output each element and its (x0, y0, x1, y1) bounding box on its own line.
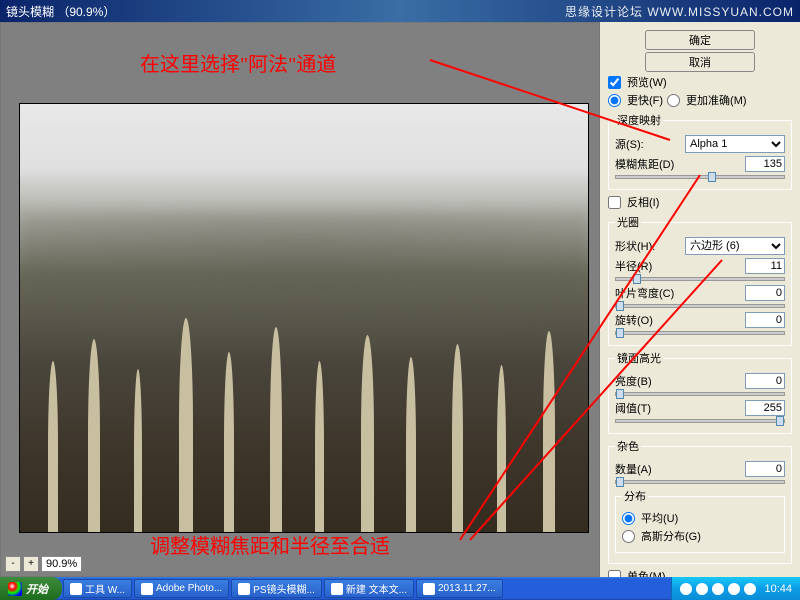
gaussian-label: 高斯分布(G) (641, 528, 701, 544)
invert-label: 反相(I) (627, 194, 659, 210)
iris-group: 光圈 形状(H): 六边形 (6) 半径(R) 叶片弯度(C) 旋转(O) (608, 214, 792, 346)
tray-icon[interactable] (744, 583, 756, 595)
focal-label: 模糊焦距(D) (615, 156, 674, 172)
focal-slider[interactable] (615, 175, 785, 179)
system-tray: 10:44 (671, 577, 800, 600)
dialog-title: 镜头模糊 （90.9%） (6, 3, 115, 20)
threshold-input[interactable] (745, 400, 785, 416)
faster-label: 更快(F) (627, 92, 663, 108)
shape-select[interactable]: 六边形 (6) (685, 237, 785, 255)
source-select[interactable]: Alpha 1 (685, 135, 785, 153)
taskbar-item[interactable]: PS镜头模糊... (231, 579, 322, 598)
cancel-button[interactable]: 取消 (645, 52, 755, 72)
tray-icon[interactable] (728, 583, 740, 595)
tray-icon[interactable] (712, 583, 724, 595)
depth-map-group: 深度映射 源(S): Alpha 1 模糊焦距(D) (608, 112, 792, 190)
zoom-in-button[interactable]: + (23, 556, 39, 572)
mono-checkbox[interactable] (608, 570, 621, 578)
app-icon (70, 583, 82, 595)
rotation-slider[interactable] (615, 331, 785, 335)
zoom-out-button[interactable]: - (5, 556, 21, 572)
app-icon (423, 583, 435, 595)
focal-input[interactable] (745, 156, 785, 172)
uniform-label: 平均(U) (641, 510, 678, 526)
preview-checkbox[interactable] (608, 76, 621, 89)
curvature-slider[interactable] (615, 304, 785, 308)
specular-group: 镜面高光 亮度(B) 阈值(T) (608, 350, 792, 434)
tray-icon[interactable] (680, 583, 692, 595)
uniform-radio[interactable] (622, 512, 635, 525)
taskbar-item[interactable]: 工具 W... (63, 579, 132, 598)
watermark-text: 思缘设计论坛 WWW.MISSYUAN.COM (565, 3, 794, 20)
distribution-legend: 分布 (622, 488, 648, 504)
noise-legend: 杂色 (615, 438, 641, 454)
taskbar-item[interactable]: Adobe Photo... (134, 579, 229, 598)
amount-label: 数量(A) (615, 461, 652, 477)
app-icon (331, 583, 343, 595)
source-label: 源(S): (615, 136, 644, 152)
specular-legend: 镜面高光 (615, 350, 663, 366)
app-icon (141, 583, 153, 595)
taskbar-item[interactable]: 新建 文本文... (324, 579, 414, 598)
accurate-label: 更加准确(M) (686, 92, 747, 108)
rotation-input[interactable] (745, 312, 785, 328)
mono-label: 单色(M) (627, 568, 666, 577)
taskbar: 开始 工具 W... Adobe Photo... PS镜头模糊... 新建 文… (0, 577, 800, 600)
taskbar-item[interactable]: 2013.11.27... (416, 579, 503, 598)
curvature-label: 叶片弯度(C) (615, 285, 674, 301)
radius-slider[interactable] (615, 277, 785, 281)
preview-image (19, 103, 589, 533)
radius-label: 半径(R) (615, 258, 652, 274)
amount-slider[interactable] (615, 480, 785, 484)
zoom-value[interactable]: 90.9% (41, 556, 82, 572)
settings-panel: 确定 取消 预览(W) 更快(F) 更加准确(M) 深度映射 源(S): Alp… (600, 22, 800, 577)
threshold-slider[interactable] (615, 419, 785, 423)
shape-label: 形状(H): (615, 238, 655, 254)
brightness-label: 亮度(B) (615, 373, 652, 389)
preview-label: 预览(W) (627, 74, 667, 90)
app-icon (238, 583, 250, 595)
distribution-group: 分布 平均(U) 高斯分布(G) (615, 488, 785, 553)
tray-icon[interactable] (696, 583, 708, 595)
ok-button[interactable]: 确定 (645, 30, 755, 50)
depth-map-legend: 深度映射 (615, 112, 663, 128)
gaussian-radio[interactable] (622, 530, 635, 543)
radius-input[interactable] (745, 258, 785, 274)
faster-radio[interactable] (608, 94, 621, 107)
brightness-slider[interactable] (615, 392, 785, 396)
clock[interactable]: 10:44 (764, 583, 792, 595)
windows-icon (8, 582, 22, 596)
accurate-radio[interactable] (667, 94, 680, 107)
noise-group: 杂色 数量(A) 分布 平均(U) 高斯分布(G) (608, 438, 792, 564)
brightness-input[interactable] (745, 373, 785, 389)
threshold-label: 阈值(T) (615, 400, 651, 416)
rotation-label: 旋转(O) (615, 312, 653, 328)
invert-checkbox[interactable] (608, 196, 621, 209)
iris-legend: 光圈 (615, 214, 641, 230)
preview-pane[interactable]: - + 90.9% (0, 22, 600, 577)
start-button[interactable]: 开始 (0, 577, 62, 600)
amount-input[interactable] (745, 461, 785, 477)
curvature-input[interactable] (745, 285, 785, 301)
dialog-titlebar: 镜头模糊 （90.9%） 思缘设计论坛 WWW.MISSYUAN.COM (0, 0, 800, 22)
